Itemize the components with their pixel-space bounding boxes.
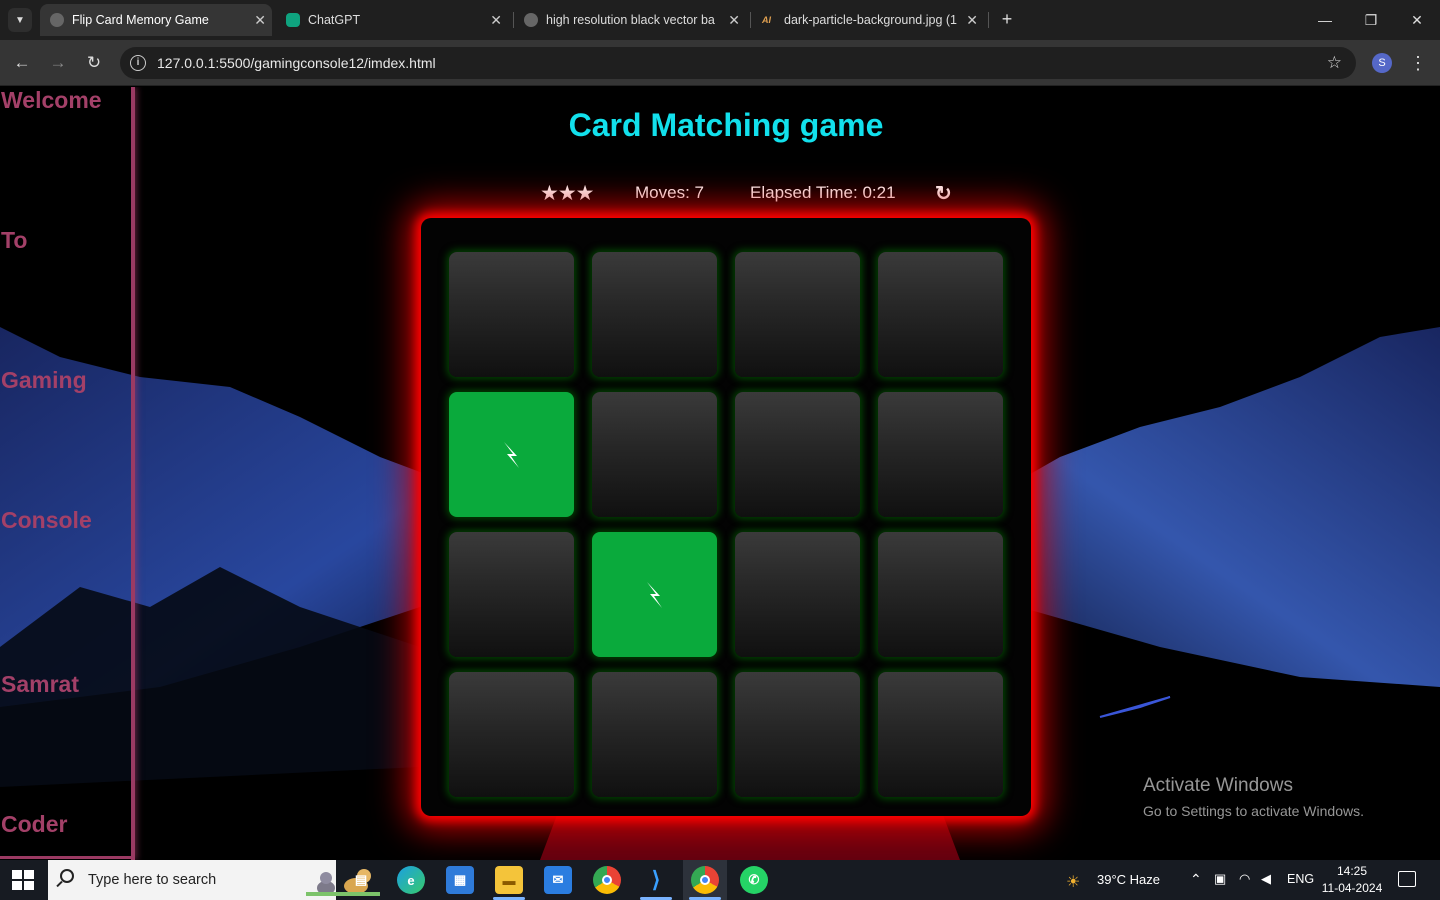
- address-bar[interactable]: i 127.0.0.1:5500/gamingconsole12/imdex.h…: [120, 47, 1356, 79]
- card-open[interactable]: [592, 532, 717, 657]
- sidebar-word-gaming: Gaming: [1, 367, 87, 393]
- whatsapp-icon[interactable]: ✆: [740, 866, 768, 894]
- new-tab-button[interactable]: +: [996, 8, 1018, 30]
- moves-label: Moves:: [635, 183, 695, 202]
- sidebar-word-samrat: Samrat: [1, 671, 79, 697]
- close-tab-icon[interactable]: ✕: [728, 4, 740, 36]
- card-closed[interactable]: [735, 252, 860, 377]
- activation-title: Activate Windows: [1143, 775, 1293, 796]
- windows-taskbar: Type here to search ▤ e ▦ ▬ ✉ ⟩ ✆ ☀ 39°C…: [0, 860, 1440, 900]
- card-closed[interactable]: [735, 392, 860, 517]
- card-closed[interactable]: [592, 672, 717, 797]
- star-rating: ★★★: [540, 182, 594, 205]
- page-title: Card Matching game: [568, 107, 884, 143]
- tab-title: Flip Card Memory Game: [72, 13, 209, 27]
- card-closed[interactable]: [878, 392, 1003, 517]
- card-open[interactable]: [449, 392, 574, 517]
- notification-center-icon[interactable]: [1398, 871, 1416, 887]
- sidebar-word-to: To: [1, 227, 28, 253]
- card-closed[interactable]: [592, 392, 717, 517]
- timer-value: 0:21: [862, 183, 896, 202]
- restore-button[interactable]: ❐: [1359, 8, 1383, 32]
- language-indicator[interactable]: ENG: [1287, 872, 1314, 886]
- sidebar-word-console: Console: [1, 507, 92, 533]
- profile-avatar[interactable]: S: [1372, 53, 1392, 73]
- card-closed[interactable]: [878, 252, 1003, 377]
- clock-time: 14:25: [1336, 864, 1368, 878]
- card-closed[interactable]: [735, 532, 860, 657]
- tab-vector-background[interactable]: high resolution black vector ba ✕: [514, 4, 746, 36]
- weather-text[interactable]: 39°C Haze: [1097, 872, 1160, 887]
- sidebar-divider: [0, 856, 135, 859]
- close-window-button[interactable]: ✕: [1405, 8, 1429, 32]
- browser-menu-icon[interactable]: ⋮: [1408, 51, 1428, 75]
- game-page: Welcome To Gaming Console Samrat Coder C…: [0, 87, 1440, 860]
- card-closed[interactable]: [449, 672, 574, 797]
- clock-date: 11-04-2024: [1321, 881, 1383, 895]
- windows-start-icon[interactable]: [12, 870, 34, 890]
- windows-activation-watermark: Activate Windows Go to Settings to activ…: [1143, 775, 1364, 819]
- browser-tab-strip: ▼ Flip Card Memory Game ✕ ChatGPT ✕ high…: [0, 0, 1440, 40]
- bolt-icon: [646, 581, 662, 608]
- url-text[interactable]: 127.0.0.1:5500/gamingconsole12/imdex.htm…: [157, 47, 436, 79]
- search-placeholder: Type here to search: [88, 872, 217, 888]
- weather-sun-icon[interactable]: ☀: [1066, 872, 1080, 892]
- vscode-icon[interactable]: ⟩: [642, 866, 670, 894]
- close-tab-icon[interactable]: ✕: [490, 4, 502, 36]
- tab-chatgpt[interactable]: ChatGPT ✕: [276, 4, 508, 36]
- search-icon: [60, 869, 74, 883]
- card-closed[interactable]: [449, 252, 574, 377]
- task-view-icon[interactable]: ▤: [347, 866, 375, 894]
- site-info-icon[interactable]: i: [130, 55, 146, 71]
- wifi-icon[interactable]: ◠: [1239, 871, 1250, 887]
- elapsed-timer: Elapsed Time: 0:21: [750, 183, 896, 203]
- globe-icon: [524, 13, 538, 27]
- microsoft-store-icon[interactable]: ▦: [446, 866, 474, 894]
- file-explorer-icon[interactable]: ▬: [495, 866, 523, 894]
- edge-browser-icon[interactable]: e: [397, 866, 425, 894]
- chatgpt-icon: [286, 13, 300, 27]
- tab-separator: [750, 12, 751, 28]
- restart-icon[interactable]: ↻: [935, 181, 952, 206]
- sidebar: Welcome To Gaming Console Samrat Coder: [0, 87, 135, 860]
- card-closed[interactable]: [878, 532, 1003, 657]
- reload-button[interactable]: ↻: [82, 51, 106, 75]
- moves-counter: Moves: 7: [635, 183, 704, 203]
- meet-now-icon[interactable]: ▣: [1214, 871, 1226, 887]
- card-deck: [421, 218, 1031, 816]
- tab-flip-card-game[interactable]: Flip Card Memory Game ✕: [40, 4, 272, 36]
- taskbar-search[interactable]: Type here to search: [48, 860, 380, 900]
- bookmark-star-icon[interactable]: ☆: [1327, 47, 1342, 79]
- image-file-icon: AI: [762, 15, 771, 25]
- globe-icon: [50, 13, 64, 27]
- chrome-active-icon[interactable]: [691, 866, 719, 894]
- sidebar-word-coder: Coder: [1, 811, 68, 837]
- minimize-button[interactable]: —: [1313, 8, 1337, 32]
- tab-dark-particle-image[interactable]: AI dark-particle-background.jpg (1 ✕: [752, 4, 984, 36]
- card-closed[interactable]: [449, 532, 574, 657]
- mail-icon[interactable]: ✉: [544, 866, 572, 894]
- close-tab-icon[interactable]: ✕: [254, 4, 266, 36]
- tab-search-menu-button[interactable]: ▼: [8, 8, 32, 32]
- activation-subtitle: Go to Settings to activate Windows.: [1143, 803, 1364, 819]
- bolt-icon: [503, 441, 519, 468]
- forward-button[interactable]: →: [46, 51, 70, 75]
- volume-icon[interactable]: ◀: [1261, 871, 1271, 887]
- tab-separator: [988, 12, 989, 28]
- chevron-up-icon[interactable]: ⌃: [1190, 871, 1202, 888]
- close-tab-icon[interactable]: ✕: [966, 4, 978, 36]
- tab-title: ChatGPT: [308, 13, 361, 27]
- back-button[interactable]: ←: [10, 51, 34, 75]
- chrome-icon[interactable]: [593, 866, 621, 894]
- moves-value: 7: [694, 183, 704, 202]
- browser-toolbar: ← → ↻ i 127.0.0.1:5500/gamingconsole12/i…: [0, 40, 1440, 86]
- card-closed[interactable]: [735, 672, 860, 797]
- timer-label: Elapsed Time:: [750, 183, 863, 202]
- system-clock[interactable]: 14:25 11-04-2024: [1320, 863, 1384, 897]
- tab-title: high resolution black vector ba: [546, 13, 715, 27]
- card-closed[interactable]: [878, 672, 1003, 797]
- tab-title: dark-particle-background.jpg (1: [784, 13, 958, 27]
- card-closed[interactable]: [592, 252, 717, 377]
